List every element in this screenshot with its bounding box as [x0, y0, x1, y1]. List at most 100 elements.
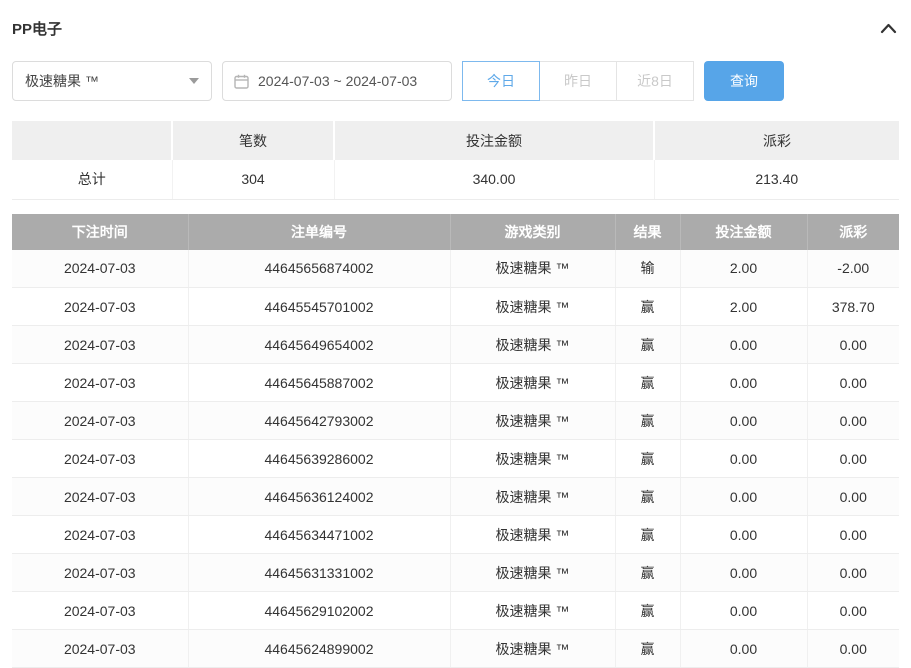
- cell-bet-time: 2024-07-03: [12, 440, 188, 478]
- summary-total-payout: 213.40: [654, 160, 899, 199]
- summary-header-payout: 派彩: [654, 121, 899, 160]
- panel-title: PP电子: [12, 18, 62, 39]
- cell-bet-time: 2024-07-03: [12, 592, 188, 630]
- summary-header-row: 笔数 投注金额 派彩: [12, 121, 899, 160]
- table-row: 2024-07-03 44645656874002 极速糖果 ™ 输 2.00 …: [12, 250, 899, 288]
- cell-game-type: 极速糖果 ™: [450, 592, 615, 630]
- cell-result: 赢: [615, 288, 680, 326]
- cell-result: 赢: [615, 440, 680, 478]
- cell-order-no: 44645649654002: [188, 326, 450, 364]
- cell-order-no: 44645636124002: [188, 478, 450, 516]
- cell-payout: 0.00: [807, 326, 899, 364]
- cell-order-no: 44645645887002: [188, 364, 450, 402]
- cell-bet-amount: 0.00: [680, 478, 807, 516]
- table-row: 2024-07-03 44645624899002 极速糖果 ™ 赢 0.00 …: [12, 630, 899, 668]
- cell-bet-time: 2024-07-03: [12, 516, 188, 554]
- table-row: 2024-07-03 44645639286002 极速糖果 ™ 赢 0.00 …: [12, 440, 899, 478]
- col-header-bet-time: 下注时间: [12, 214, 188, 250]
- cell-order-no: 44645545701002: [188, 288, 450, 326]
- bet-table-header-row: 下注时间 注单编号 游戏类别 结果 投注金额 派彩: [12, 214, 899, 250]
- table-row: 2024-07-03 44645631331002 极速糖果 ™ 赢 0.00 …: [12, 554, 899, 592]
- cell-result: 赢: [615, 592, 680, 630]
- cell-payout: 0.00: [807, 440, 899, 478]
- cell-payout: 378.70: [807, 288, 899, 326]
- summary-header-blank: [12, 121, 172, 160]
- cell-order-no: 44645639286002: [188, 440, 450, 478]
- cell-order-no: 44645642793002: [188, 402, 450, 440]
- cell-bet-time: 2024-07-03: [12, 326, 188, 364]
- cell-game-type: 极速糖果 ™: [450, 402, 615, 440]
- cell-bet-time: 2024-07-03: [12, 250, 188, 288]
- date-range-input[interactable]: 2024-07-03 ~ 2024-07-03: [222, 61, 452, 101]
- cell-game-type: 极速糖果 ™: [450, 554, 615, 592]
- cell-order-no: 44645631331002: [188, 554, 450, 592]
- panel-header: PP电子: [12, 18, 899, 39]
- filter-bar: 极速糖果 ™ 2024-07-03 ~ 2024-07-03 今日 昨日 近8日…: [12, 61, 899, 101]
- cell-order-no: 44645656874002: [188, 250, 450, 288]
- cell-bet-amount: 0.00: [680, 326, 807, 364]
- cell-result: 赢: [615, 516, 680, 554]
- cell-payout: 0.00: [807, 478, 899, 516]
- cell-game-type: 极速糖果 ™: [450, 250, 615, 288]
- cell-payout: 0.00: [807, 592, 899, 630]
- summary-total-bet-amount: 340.00: [334, 160, 654, 199]
- cell-payout: 0.00: [807, 402, 899, 440]
- col-header-bet-amount: 投注金额: [680, 214, 807, 250]
- cell-bet-time: 2024-07-03: [12, 630, 188, 668]
- cell-order-no: 44645634471002: [188, 516, 450, 554]
- cell-payout: 0.00: [807, 554, 899, 592]
- cell-game-type: 极速糖果 ™: [450, 478, 615, 516]
- cell-result: 赢: [615, 326, 680, 364]
- summary-header-bet-amount: 投注金额: [334, 121, 654, 160]
- summary-table: 笔数 投注金额 派彩 总计 304 340.00 213.40: [12, 121, 899, 200]
- quick-date-button-group: 今日 昨日 近8日: [462, 61, 694, 101]
- date-range-value: 2024-07-03 ~ 2024-07-03: [258, 73, 417, 89]
- chevron-down-icon: [189, 78, 199, 84]
- cell-bet-time: 2024-07-03: [12, 554, 188, 592]
- cell-game-type: 极速糖果 ™: [450, 288, 615, 326]
- summary-total-row: 总计 304 340.00 213.40: [12, 160, 899, 199]
- cell-bet-amount: 0.00: [680, 516, 807, 554]
- table-row: 2024-07-03 44645545701002 极速糖果 ™ 赢 2.00 …: [12, 288, 899, 326]
- cell-bet-amount: 0.00: [680, 364, 807, 402]
- cell-payout: -2.00: [807, 250, 899, 288]
- cell-payout: 0.00: [807, 630, 899, 668]
- quick-filter-yesterday-button[interactable]: 昨日: [539, 61, 617, 101]
- cell-bet-amount: 0.00: [680, 402, 807, 440]
- cell-payout: 0.00: [807, 516, 899, 554]
- cell-bet-time: 2024-07-03: [12, 288, 188, 326]
- cell-result: 赢: [615, 630, 680, 668]
- cell-game-type: 极速糖果 ™: [450, 630, 615, 668]
- cell-bet-time: 2024-07-03: [12, 364, 188, 402]
- cell-bet-time: 2024-07-03: [12, 478, 188, 516]
- col-header-game-type: 游戏类别: [450, 214, 615, 250]
- col-header-payout: 派彩: [807, 214, 899, 250]
- summary-header-count: 笔数: [172, 121, 334, 160]
- quick-filter-today-button[interactable]: 今日: [462, 61, 540, 101]
- search-button[interactable]: 查询: [704, 61, 784, 101]
- col-header-result: 结果: [615, 214, 680, 250]
- cell-bet-amount: 0.00: [680, 554, 807, 592]
- game-select-value: 极速糖果 ™: [25, 71, 99, 91]
- cell-game-type: 极速糖果 ™: [450, 364, 615, 402]
- summary-total-count: 304: [172, 160, 334, 199]
- cell-result: 赢: [615, 402, 680, 440]
- calendar-icon: [234, 74, 249, 89]
- collapse-panel-button[interactable]: [878, 21, 899, 36]
- cell-game-type: 极速糖果 ™: [450, 440, 615, 478]
- quick-filter-last8days-button[interactable]: 近8日: [616, 61, 694, 101]
- cell-result: 赢: [615, 364, 680, 402]
- chevron-up-icon: [880, 22, 897, 37]
- table-row: 2024-07-03 44645645887002 极速糖果 ™ 赢 0.00 …: [12, 364, 899, 402]
- table-row: 2024-07-03 44645636124002 极速糖果 ™ 赢 0.00 …: [12, 478, 899, 516]
- cell-bet-time: 2024-07-03: [12, 402, 188, 440]
- cell-game-type: 极速糖果 ™: [450, 326, 615, 364]
- cell-result: 赢: [615, 478, 680, 516]
- table-row: 2024-07-03 44645649654002 极速糖果 ™ 赢 0.00 …: [12, 326, 899, 364]
- pp-games-panel: PP电子 极速糖果 ™ 2024-07-03 ~ 2024-07-03 今日 昨…: [0, 0, 911, 668]
- table-row: 2024-07-03 44645642793002 极速糖果 ™ 赢 0.00 …: [12, 402, 899, 440]
- summary-total-label: 总计: [12, 160, 172, 199]
- cell-payout: 0.00: [807, 364, 899, 402]
- game-select[interactable]: 极速糖果 ™: [12, 61, 212, 101]
- cell-game-type: 极速糖果 ™: [450, 516, 615, 554]
